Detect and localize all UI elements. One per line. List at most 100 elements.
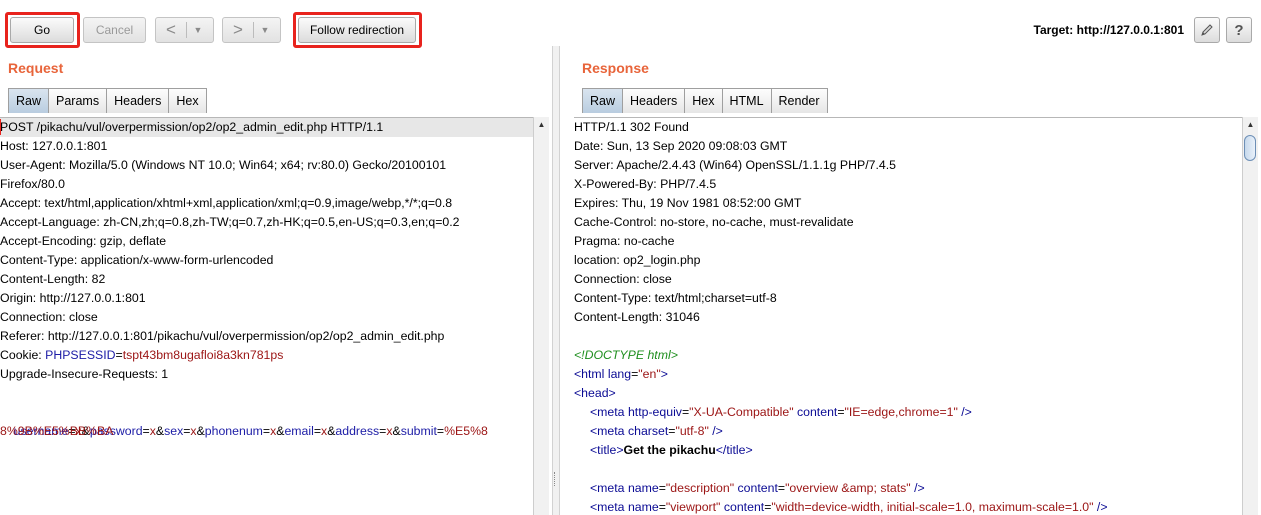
param-value: x [270,424,277,438]
param-value: x [190,424,197,438]
html-attr-value: "en" [638,367,661,381]
scroll-up-icon[interactable]: ▲ [1243,117,1258,132]
param-value: %E5%8 [444,424,488,438]
response-tab-headers[interactable]: Headers [622,88,686,113]
meta-description-line: <meta name="description" content="overvi… [590,481,925,495]
html-attr: lang [607,367,632,381]
forward-arrow-icon: > [233,20,243,39]
help-icon: ? [1234,21,1244,39]
request-tab-headers[interactable]: Headers [106,88,170,113]
response-header-line: Connection: close [574,272,672,286]
response-tab-render[interactable]: Render [770,88,828,113]
cookie-prefix: Cookie: [0,348,46,362]
html-tag-end: /> [961,405,972,419]
html-tag-end: /> [712,424,723,438]
cancel-button-label: Cancel [95,23,134,37]
follow-redirection-highlight [293,12,422,48]
html-attr-value: "viewport" [665,500,721,514]
html-attr: http-equiv [627,405,682,419]
param-name: sex [164,424,184,438]
html-tag-end: /> [1096,500,1108,514]
response-header-line: HTTP/1.1 302 Found [574,120,689,134]
meta-charset-line: <meta charset="utf-8" /> [590,424,723,438]
divider-grip-icon [554,472,557,486]
response-header-line: Pragma: no-cache [574,234,675,248]
html-attr: content [796,405,838,419]
back-dropdown-icon[interactable]: ▼ [187,25,209,35]
response-tab-raw[interactable]: Raw [582,88,624,113]
html-attr: content [737,481,778,495]
response-header-line: location: op2_login.php [574,253,701,267]
html-tag: <html [574,367,605,381]
meta-compat-line: <meta http-equiv="X-UA-Compatible" conte… [590,405,972,419]
response-header-line: Date: Sun, 13 Sep 2020 09:08:03 GMT [574,139,788,153]
request-line: Content-Length: 82 [0,272,106,286]
response-header-line: X-Powered-By: PHP/7.4.5 [574,177,717,191]
html-tag-end: /> [914,481,925,495]
meta-viewport-line: <meta name="viewport" content="width=dev… [590,500,1108,514]
html-attr-value: "overview &amp; stats" [785,481,911,495]
scroll-up-icon[interactable]: ▲ [534,117,549,132]
response-header-line: Content-Length: 31046 [574,310,700,324]
html-tag-end: > [660,367,668,381]
head-open-line: <head> [574,386,616,400]
response-title: Response [582,60,649,76]
response-header-line: Expires: Thu, 19 Nov 1981 08:52:00 GMT [574,196,802,210]
request-blank-line [0,384,533,403]
response-scrollbar[interactable]: ▲ [1242,117,1258,515]
request-tab-hex[interactable]: Hex [168,88,207,113]
html-open-line: <html lang="en"> [574,367,668,381]
request-scrollbar[interactable]: ▲ [533,117,549,515]
forward-dropdown-icon[interactable]: ▼ [254,25,276,35]
request-line: Accept-Encoding: gzip, deflate [0,234,167,248]
param-value: x [386,424,393,438]
html-tag: <meta [590,405,625,419]
edit-target-button[interactable] [1194,17,1220,43]
request-line: Upgrade-Insecure-Requests: 1 [0,367,169,381]
target-label: Target: http://127.0.0.1:801 [1033,23,1185,37]
response-tab-html[interactable]: HTML [721,88,772,113]
cancel-button[interactable]: Cancel [83,17,146,43]
request-editor[interactable]: POST /pikachu/vul/overpermission/op2/op2… [0,117,533,515]
request-tab-raw[interactable]: Raw [8,88,50,113]
split-pane-divider[interactable] [552,46,560,515]
response-tabs: Raw Headers Hex HTML Render [582,88,828,113]
html-attr-value: "X-UA-Compatible" [689,405,794,419]
response-tab-hex[interactable]: Hex [684,88,723,113]
request-line: Accept-Language: zh-CN,zh;q=0.8,zh-TW;q=… [0,215,460,229]
text-caret [0,119,1,135]
response-blank-line [574,460,1242,479]
request-line: Content-Type: application/x-www-form-url… [0,253,274,267]
cookie-value: tspt43bm8ugafloi8a3kn781ps [122,348,284,362]
page-title-text: Get the pikachu [623,443,716,457]
request-line: POST /pikachu/vul/overpermission/op2/op2… [0,118,533,137]
response-editor[interactable]: HTTP/1.1 302 Found Date: Sun, 13 Sep 202… [574,117,1242,515]
request-line: Origin: http://127.0.0.1:801 [0,291,146,305]
html-attr-value: "utf-8" [675,424,709,438]
help-button[interactable]: ? [1226,17,1252,43]
response-scroll-thumb[interactable] [1244,135,1256,161]
html-attr: content [723,500,765,514]
html-tag: <meta [590,500,625,514]
html-attr-value: "IE=edge,chrome=1" [844,405,958,419]
param-value: x [321,424,328,438]
response-header-line: Server: Apache/2.4.43 (Win64) OpenSSL/1.… [574,158,896,172]
pencil-icon [1201,24,1213,36]
param-value: x [149,424,156,438]
request-line: Connection: close [0,310,98,324]
param-name: email [284,424,314,438]
forward-history-button[interactable]: > ▼ [222,17,281,43]
go-button-highlight [5,12,80,48]
html-doctype-line: <!DOCTYPE html> [574,348,678,362]
html-attr: name [627,481,659,495]
html-attr-value: "description" [665,481,735,495]
request-line: Referer: http://127.0.0.1:801/pikachu/vu… [0,329,445,343]
response-blank-line [574,327,1242,346]
request-line: Host: 127.0.0.1:801 [0,139,108,153]
html-attr: name [627,500,659,514]
html-tag: <title> [590,443,624,457]
title-line: <title>Get the pikachu</title> [574,441,1242,460]
back-history-button[interactable]: < ▼ [155,17,214,43]
param-name: submit [400,424,437,438]
request-tab-params[interactable]: Params [48,88,108,113]
